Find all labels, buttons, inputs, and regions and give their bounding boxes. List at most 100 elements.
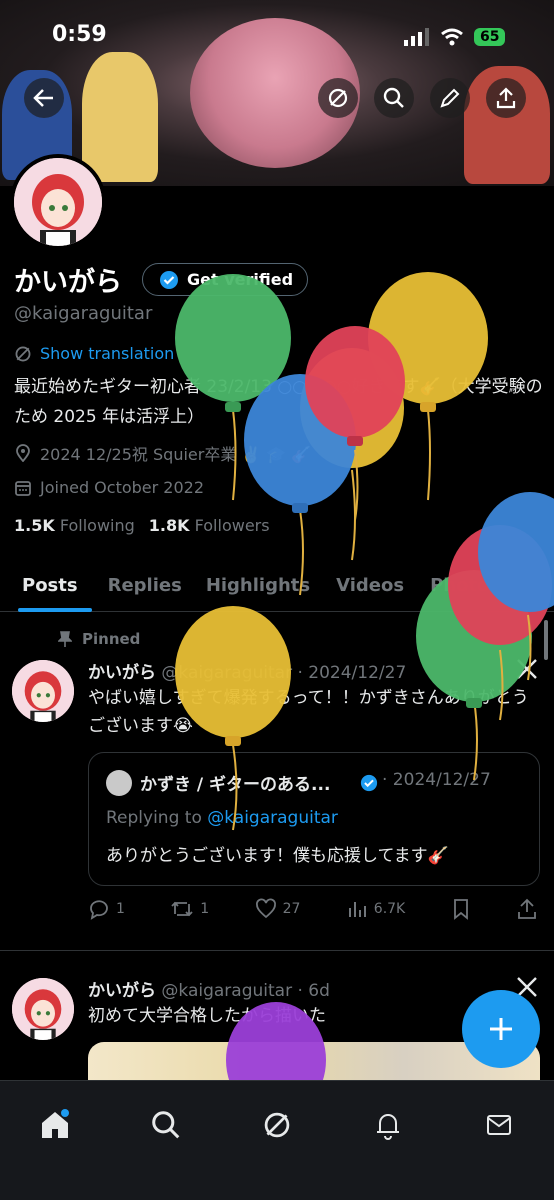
followers-link[interactable]: 1.8K Followers	[149, 516, 270, 535]
post-actions: 1 1 27 6.7K	[88, 898, 538, 920]
status-icons: 65	[404, 26, 506, 48]
tab-photos[interactable]: Photos	[418, 558, 514, 612]
nav-home[interactable]	[31, 1101, 79, 1149]
search-icon	[383, 87, 404, 108]
heart-icon	[255, 898, 276, 919]
followers-count: 1.8K	[148, 516, 190, 535]
share-icon	[496, 87, 516, 109]
location-pin-icon	[16, 444, 30, 462]
repost-button[interactable]: 1	[170, 898, 209, 920]
avatar-image	[12, 978, 74, 1040]
tab-replies[interactable]: Replies	[100, 558, 196, 612]
repost-count: 1	[200, 901, 210, 917]
post-avatar[interactable]	[12, 978, 74, 1040]
post-date[interactable]: · 6d	[297, 981, 329, 1001]
joined-text: Joined October 2022	[40, 478, 205, 497]
views-button[interactable]: 6.7K	[346, 898, 405, 920]
grok-button[interactable]	[318, 78, 358, 118]
following-label: Following	[59, 516, 135, 535]
post-date[interactable]: · 2024/12/27	[297, 663, 406, 683]
repost-icon	[171, 901, 193, 917]
grok-icon	[15, 346, 31, 361]
grok-icon	[328, 88, 348, 108]
plus-icon	[490, 1018, 512, 1040]
location-text: 2024 12/25祝 Squier卒業 ✌️ 🎓 🎸	[40, 445, 312, 464]
post-divider	[0, 950, 554, 951]
banner-character-blonde	[82, 52, 158, 182]
like-button[interactable]: 27	[255, 898, 301, 920]
back-button[interactable]	[24, 78, 64, 118]
avatar-image	[14, 158, 102, 246]
bookmark-icon	[453, 899, 468, 920]
quote-replying: Replying to @kaigaraguitar	[106, 808, 338, 828]
grok-icon	[264, 1112, 290, 1138]
verified-badge-icon	[160, 270, 178, 289]
following-count: 1.5K	[14, 516, 55, 535]
tab-posts[interactable]: Posts	[0, 558, 100, 612]
tab-videos[interactable]: Videos	[324, 558, 418, 612]
followers-label: Followers	[194, 516, 270, 535]
view-count: 6.7K	[373, 901, 406, 917]
reply-icon	[90, 900, 108, 920]
post-author-name[interactable]: かいがら	[88, 663, 156, 683]
edit-button[interactable]	[430, 78, 470, 118]
quote-header: かずき / ギターのある...	[140, 770, 330, 795]
verified-badge-icon	[360, 774, 378, 792]
replying-prefix: Replying to	[106, 808, 208, 828]
edit-icon	[440, 88, 460, 108]
mail-icon	[486, 1115, 511, 1135]
calendar-icon	[15, 480, 31, 496]
quote-author-name: かずき / ギターのある...	[140, 775, 331, 795]
replying-handle[interactable]: @kaigaraguitar	[207, 808, 338, 828]
pinned-indicator: Pinned	[58, 630, 140, 648]
reply-button[interactable]: 1	[88, 898, 125, 920]
get-verified-button[interactable]: Get verified	[142, 263, 308, 296]
reply-count: 1	[116, 901, 125, 917]
views-icon	[348, 902, 366, 917]
back-icon	[33, 89, 53, 107]
signal-icon	[404, 28, 429, 46]
battery-indicator: 65	[474, 28, 506, 46]
search-icon	[152, 1111, 180, 1139]
pinned-label: Pinned	[82, 630, 141, 648]
nav-messages[interactable]	[475, 1101, 523, 1149]
pin-icon	[58, 631, 72, 647]
profile-bio: 最近始めたギター初心者 23/2/13 ○○○○○好きです🎸（大学受験のため 2…	[14, 377, 543, 427]
nav-notifications[interactable]	[364, 1101, 412, 1149]
nav-search[interactable]	[142, 1101, 190, 1149]
profile-joined: Joined October 2022	[14, 478, 204, 497]
profile-location: 2024 12/25祝 Squier卒業 ✌️ 🎓 🎸	[14, 441, 311, 465]
x-logo-icon	[517, 659, 537, 679]
quote-avatar	[106, 770, 132, 796]
bookmark-button[interactable]	[451, 898, 471, 920]
post-text: やばい嬉しすぎて爆発するって！！かずきさんありがとうございます😭	[88, 688, 529, 736]
tab-highlights[interactable]: Highlights	[196, 558, 324, 612]
profile-avatar[interactable]	[10, 154, 106, 250]
post-author-handle[interactable]: @kaigaraguitar	[161, 663, 292, 683]
show-translation-label: Show translation	[40, 344, 175, 363]
profile-tabs: Posts Replies Highlights Videos Photos	[0, 558, 554, 612]
like-count: 27	[282, 901, 301, 917]
show-translation-link[interactable]: Show translation	[14, 344, 174, 363]
status-time: 0:59	[52, 22, 107, 47]
compose-button[interactable]	[462, 990, 540, 1068]
post-author-handle[interactable]: @kaigaraguitar	[161, 981, 292, 1001]
nav-grok[interactable]	[253, 1101, 301, 1149]
quote-text: ありがとうございます！僕も応援してます🎸	[106, 846, 449, 866]
scrollbar[interactable]	[544, 620, 548, 660]
post-author-name[interactable]: かいがら	[88, 981, 156, 1001]
post-avatar[interactable]	[12, 660, 74, 722]
profile-name: かいがら	[14, 267, 122, 298]
avatar-image	[12, 660, 74, 722]
bottom-nav	[0, 1080, 554, 1200]
share-icon	[518, 898, 536, 919]
share-button[interactable]	[486, 78, 526, 118]
profile-handle: @kaigaraguitar	[14, 303, 153, 324]
post-header: かいがら @kaigaraguitar · 6d	[88, 976, 330, 1001]
share-post-button[interactable]	[516, 898, 538, 920]
following-link[interactable]: 1.5K Following	[14, 516, 135, 535]
post-text: 初めて大学合格したから描いた	[88, 1006, 326, 1026]
quote-date: · 2024/12/27	[382, 770, 491, 790]
post-header: かいがら @kaigaraguitar · 2024/12/27	[88, 658, 406, 683]
search-button[interactable]	[374, 78, 414, 118]
